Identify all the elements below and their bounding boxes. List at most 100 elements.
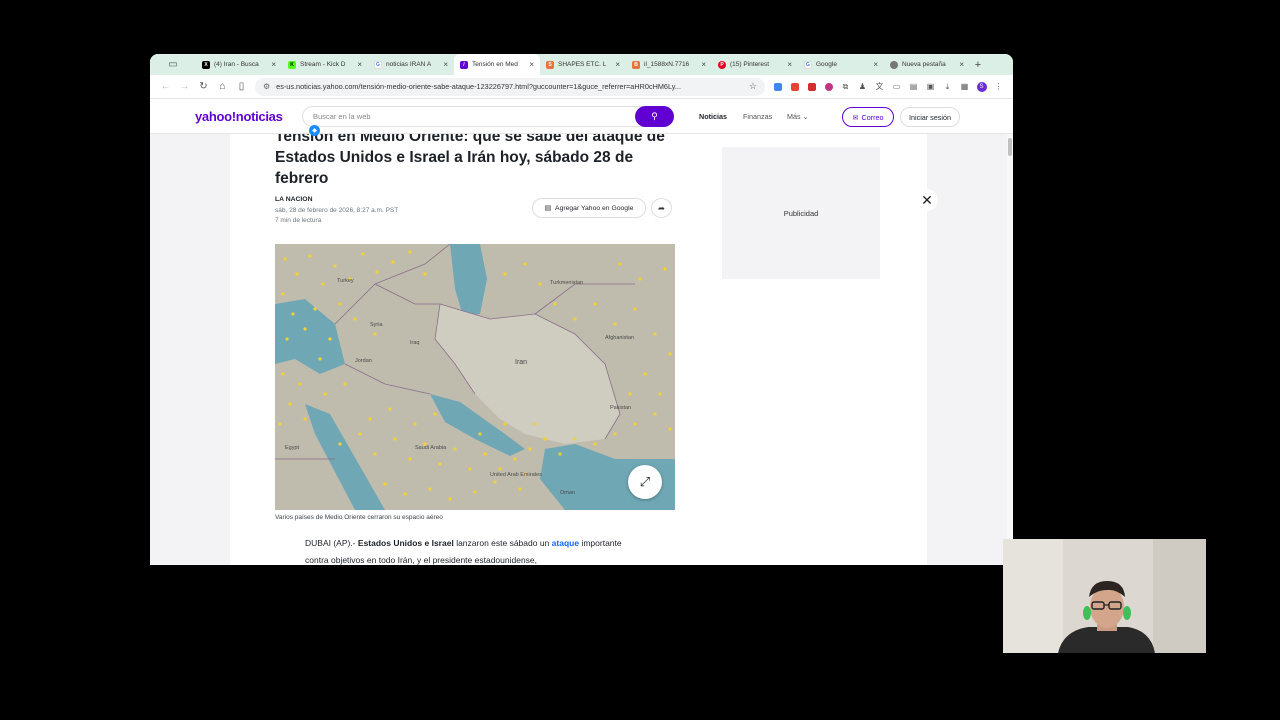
tab-1[interactable]: K Stream - Kick D × [282,54,368,75]
close-tab-icon[interactable]: × [357,60,362,69]
google-icon: G [374,60,382,69]
tab-5[interactable]: B il_1588xN.7716 × [626,54,712,75]
google-button-label: Agregar Yahoo en Google [555,204,634,212]
page-scrollbar[interactable] [1007,134,1013,565]
close-tab-icon[interactable]: × [615,60,620,69]
share-arrow-icon: ➦ [658,203,665,213]
map-label-egypt: Egypt [285,445,300,451]
yahoo-noticias-logo[interactable]: yahoo!noticias [195,109,283,124]
url-text: es-us.noticias.yahoo.com/tensión-medio-o… [276,82,681,91]
tab-search-icon[interactable]: ▭ [150,54,196,75]
tab-label: Google [816,61,837,68]
google-icon: G [804,60,812,69]
close-tab-icon[interactable]: × [873,60,878,69]
ad-slot: Publicidad [722,147,880,279]
address-bar[interactable]: ⚙ es-us.noticias.yahoo.com/tensión-medio… [255,77,765,96]
tab-label: noticias IRAN A [386,61,432,68]
web-page: yahoo!noticias Buscar en la web ⚲ Notici… [150,99,1013,565]
expand-arrows-icon: ⤢ [639,474,651,489]
x-icon: X [202,60,210,69]
map-label-afghanistan: Afghanistan [605,335,634,341]
translate-extension-icon[interactable] [769,77,786,97]
close-tab-icon[interactable]: × [787,60,792,69]
tab-8[interactable]: Nueva pestaña × [884,54,970,75]
close-tab-icon[interactable]: × [443,60,448,69]
mail-label: Correo [861,112,884,122]
tab-label: (4) Iran - Busca [214,61,259,68]
download-icon[interactable]: ⤓ [939,77,956,97]
article-source[interactable]: LA NACION [275,196,313,203]
back-arrow-icon[interactable]: ← [156,77,175,97]
share-button[interactable]: ➦ [651,198,672,218]
kick-icon: K [288,60,296,69]
tab-bar: ▭ X (4) Iran - Busca × K Stream - Kick D… [150,54,1013,75]
google-doc-icon: ▤ [544,205,552,212]
body-link-ataque[interactable]: ataque [552,538,579,548]
map-label-turkey: Turkey [337,278,354,284]
yahoo-icon: / [460,60,468,69]
article-read-time: 7 min de lectura [275,217,322,224]
tab-label: il_1588xN.7716 [644,61,690,68]
site-info-icon[interactable]: ⚙ [263,82,270,91]
tab-label: Stream - Kick D [300,61,346,68]
login-button[interactable]: Iniciar sesión [900,107,960,127]
tab-0[interactable]: X (4) Iran - Busca × [196,54,282,75]
screenshot-icon[interactable]: ▣ [922,77,939,97]
image-caption: Varios países de Medio Oriente cerraron … [275,514,443,521]
reload-icon[interactable]: ↻ [194,77,213,97]
assistant-badge-icon[interactable]: ◆ [309,125,320,136]
map-label-iraq: Iraq [410,340,419,346]
tab-7[interactable]: G Google × [798,54,884,75]
browser-toolbar: ← → ↻ ⌂ ▯ ⚙ es-us.noticias.yahoo.com/ten… [150,75,1013,99]
tab-label: (15) Pinterest [730,61,770,68]
close-tab-icon[interactable]: × [529,60,534,69]
yahoo-header: yahoo!noticias Buscar en la web ⚲ Notici… [150,99,1013,134]
tab-3[interactable]: / Tensión en Med × [454,54,540,75]
tab-2[interactable]: G noticias IRAN A × [368,54,454,75]
map-label-oman: Oman [560,490,575,496]
add-yahoo-google-button[interactable]: ▤ Agregar Yahoo en Google [532,198,646,218]
map-label-turkmenistan: Turkmenistan [550,280,583,286]
menu-kebab-icon[interactable]: ⋮ [990,77,1007,97]
article-headline: Tensión en Medio Oriente: qué se sabe de… [275,128,665,187]
tab-grid-icon[interactable]: ▦ [956,77,973,97]
bookmark-star-icon[interactable]: ☆ [749,81,757,92]
scrollbar-thumb[interactable] [1008,138,1012,156]
tab-4[interactable]: S SHAPES ETC. L × [540,54,626,75]
flight-map-image[interactable]: Turkey Syria Jordan Iraq Iran Turkmenist… [275,244,675,510]
map-graphic: Turkey Syria Jordan Iraq Iran Turkmenist… [275,244,675,510]
tab-label: Nueva pestaña [902,61,946,68]
body-text-mid: lanzaron este sábado un [456,538,550,548]
close-tab-icon[interactable]: × [701,60,706,69]
search-input[interactable]: Buscar en la web ⚲ [302,106,674,127]
new-tab-icon[interactable]: + [970,54,986,75]
gmail-extension-icon[interactable] [786,77,803,97]
user-extension-icon[interactable]: ♟ [854,77,871,97]
nav-mas[interactable]: Más ⌄ [787,112,809,121]
home-icon[interactable]: ⌂ [213,77,232,97]
shapes-icon: S [546,60,554,69]
close-ad-button[interactable]: ✕ [916,189,938,211]
webcam-overlay [1003,539,1206,653]
reading-mode-icon[interactable]: ▤ [905,77,922,97]
forward-arrow-icon[interactable]: → [175,77,194,97]
close-tab-icon[interactable]: × [959,60,964,69]
puzzle-extension-icon[interactable]: ⧉ [837,77,854,97]
nav-finanzas[interactable]: Finanzas [743,112,772,121]
expand-image-button[interactable]: ⤢ [628,465,662,499]
colorful-extension-icon[interactable] [820,77,837,97]
nav-noticias[interactable]: Noticias [699,112,727,121]
search-button[interactable]: ⚲ [635,106,674,127]
side-panel-icon[interactable]: ▯ [232,77,251,97]
cast-icon[interactable]: ▭ [888,77,905,97]
mail-icon: ✉ [852,112,859,122]
tab-6[interactable]: P (15) Pinterest × [712,54,798,75]
translate-page-icon[interactable]: 文 [871,77,888,97]
mail-button[interactable]: ✉ Correo [842,107,894,127]
profile-avatar[interactable]: S [973,77,990,97]
chevron-down-icon: ⌄ [802,112,809,121]
close-tab-icon[interactable]: × [271,60,276,69]
pdf-extension-icon[interactable] [803,77,820,97]
search-placeholder: Buscar en la web [313,112,371,121]
pinterest-icon: P [718,60,726,69]
